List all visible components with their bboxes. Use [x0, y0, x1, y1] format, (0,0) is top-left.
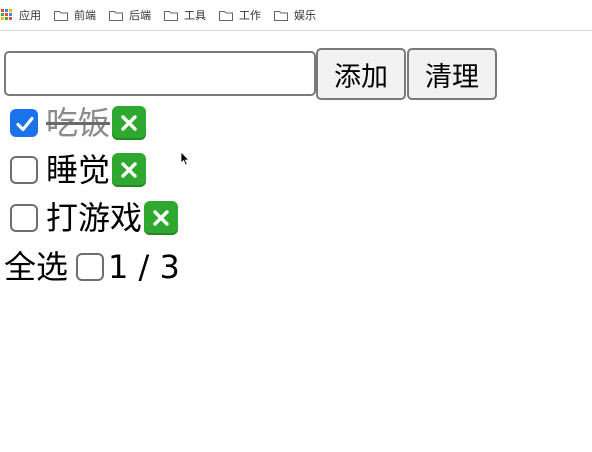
folder-icon — [109, 10, 123, 21]
folder-icon — [54, 10, 68, 21]
todo-checkbox[interactable] — [10, 109, 38, 137]
bookmark-label: 应用 — [19, 9, 41, 22]
todo-checkbox[interactable] — [10, 156, 38, 184]
mouse-cursor-icon — [180, 151, 190, 166]
bookmark-label: 娱乐 — [294, 9, 316, 22]
checkmark-icon — [16, 116, 34, 132]
bookmark-work[interactable]: 工作 — [219, 7, 261, 23]
apps-grid-icon[interactable] — [1, 9, 12, 20]
delete-button[interactable] — [112, 106, 147, 140]
bookmark-label: 工具 — [184, 9, 206, 22]
select-all-checkbox[interactable] — [76, 253, 105, 281]
todo-label: 吃饭 — [46, 104, 111, 142]
done-count: 1 / 3 — [108, 248, 180, 286]
todo-input[interactable] — [4, 51, 316, 96]
cross-mark-icon — [153, 210, 169, 226]
todo-label: 睡觉 — [46, 151, 111, 189]
cross-mark-icon — [121, 115, 137, 131]
bookmark-label: 后端 — [129, 9, 151, 22]
folder-icon — [219, 10, 233, 21]
bookmark-tools[interactable]: 工具 — [164, 7, 206, 23]
todo-checkbox[interactable] — [10, 204, 38, 232]
bookmark-label: 工作 — [239, 9, 261, 22]
todo-item: 打游戏 — [10, 198, 179, 238]
clear-button[interactable]: 清理 — [407, 48, 497, 100]
todo-footer: 全选 1 / 3 — [4, 247, 180, 287]
todo-item: 睡觉 — [10, 150, 147, 190]
delete-button[interactable] — [112, 153, 147, 187]
delete-button[interactable] — [144, 201, 179, 235]
select-all-label: 全选 — [4, 248, 69, 286]
bookmark-label: 前端 — [74, 9, 96, 22]
folder-icon — [164, 10, 178, 21]
cross-mark-icon — [121, 162, 137, 178]
bookmark-backend[interactable]: 后端 — [109, 7, 151, 23]
todo-label: 打游戏 — [46, 199, 143, 237]
bookmark-apps[interactable]: 应用 — [19, 7, 41, 23]
folder-icon — [274, 10, 288, 21]
bookmark-entertainment[interactable]: 娱乐 — [274, 7, 316, 23]
bookmark-frontend[interactable]: 前端 — [54, 7, 96, 23]
todo-item: 吃饭 — [10, 103, 147, 143]
add-button[interactable]: 添加 — [316, 48, 406, 100]
bookmarks-bar: 应用 前端 后端 工具 工作 娱乐 — [0, 0, 592, 31]
